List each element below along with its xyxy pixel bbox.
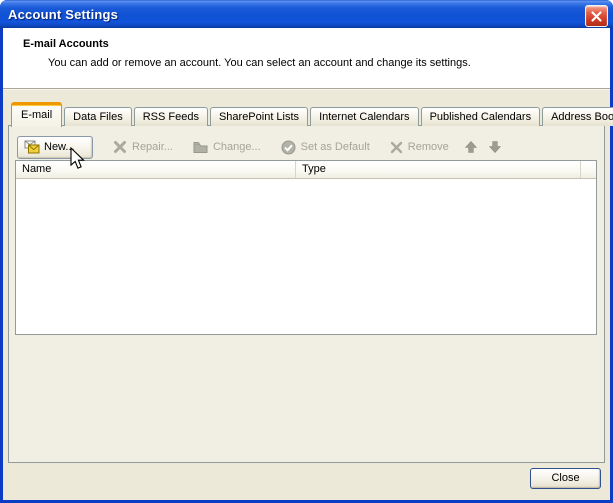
repair-account-label: Repair... [132, 141, 173, 153]
change-account-label: Change... [213, 141, 261, 153]
change-folder-icon [193, 140, 208, 154]
accounts-toolbar: New... Repair... Change... [9, 126, 604, 159]
column-header-type[interactable]: Type [296, 161, 581, 178]
accounts-list-body[interactable] [16, 179, 596, 334]
tab-internet-calendars[interactable]: Internet Calendars [310, 107, 419, 126]
title-bar: Account Settings [0, 0, 613, 28]
close-button[interactable]: Close [530, 468, 601, 489]
window-title: Account Settings [0, 7, 118, 22]
tab-published-calendars[interactable]: Published Calendars [421, 107, 541, 126]
remove-x-icon [390, 141, 403, 154]
tab-address-books[interactable]: Address Books [542, 107, 613, 126]
dialog-client-area: E-mail Accounts You can add or remove an… [3, 28, 610, 500]
banner-description: You can add or remove an account. You ca… [48, 57, 610, 69]
move-down-arrow-icon [489, 141, 501, 153]
move-up-button[interactable] [465, 141, 477, 153]
move-down-button[interactable] [489, 141, 501, 153]
tab-sharepoint-lists[interactable]: SharePoint Lists [210, 107, 308, 126]
tab-rss-feeds[interactable]: RSS Feeds [134, 107, 208, 126]
accounts-list: Name Type [15, 160, 597, 335]
banner-title: E-mail Accounts [23, 38, 610, 50]
change-account-button[interactable]: Change... [193, 140, 261, 154]
tab-email[interactable]: E-mail [11, 102, 62, 127]
new-account-button[interactable]: New... [17, 136, 93, 159]
set-as-default-label: Set as Default [301, 141, 370, 153]
new-mail-icon [24, 140, 40, 154]
email-tab-panel: New... Repair... Change... [8, 125, 605, 463]
column-header-spacer [581, 161, 596, 178]
remove-account-button[interactable]: Remove [390, 141, 449, 154]
tab-strip: E-mail Data Files RSS Feeds SharePoint L… [11, 101, 605, 126]
tab-data-files[interactable]: Data Files [64, 107, 132, 126]
account-settings-dialog: Account Settings E-mail Accounts You can… [0, 0, 613, 503]
set-default-check-icon [281, 140, 296, 155]
set-as-default-button[interactable]: Set as Default [281, 140, 370, 155]
move-up-arrow-icon [465, 141, 477, 153]
close-icon [591, 11, 602, 22]
dialog-footer: Close [3, 463, 610, 500]
window-close-button[interactable] [585, 5, 608, 27]
accounts-list-header: Name Type [16, 161, 596, 179]
column-header-name[interactable]: Name [16, 161, 296, 178]
new-account-label: New... [44, 141, 75, 153]
header-banner: E-mail Accounts You can add or remove an… [3, 28, 610, 89]
remove-account-label: Remove [408, 141, 449, 153]
repair-account-button[interactable]: Repair... [113, 140, 173, 154]
repair-tools-icon [113, 140, 127, 154]
